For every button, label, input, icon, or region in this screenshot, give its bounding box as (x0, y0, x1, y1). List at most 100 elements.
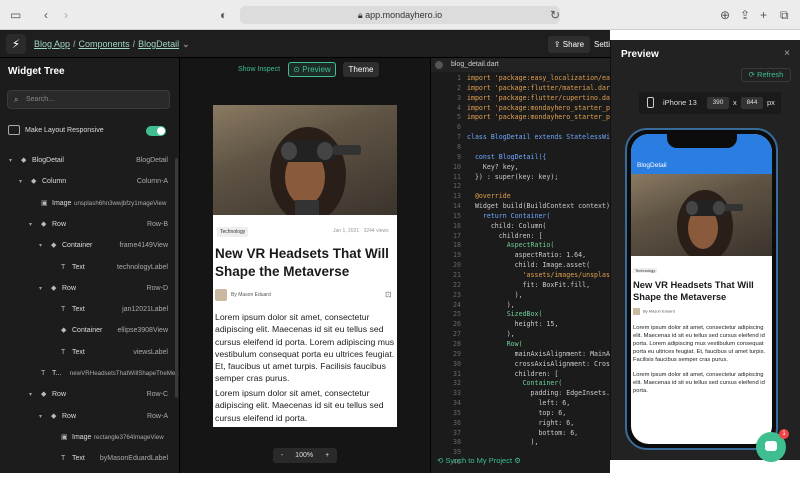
share-icon[interactable]: ⇪ (740, 8, 750, 22)
chevron-down-icon[interactable]: ▾ (29, 218, 32, 232)
tree-row[interactable]: T Text jan12021Label (0, 303, 179, 317)
code-text: @override (467, 192, 511, 201)
tree-row[interactable]: ▾ ◆ BlogDetail BlogDetail (0, 154, 179, 168)
code-text: top: 6, (467, 408, 567, 417)
tab-preview[interactable]: ⊙ Preview (288, 62, 336, 77)
device-width-input[interactable]: 390 (707, 97, 729, 109)
tree-row-name: T... (52, 370, 62, 377)
search-input[interactable]: ⌕ Search... (7, 90, 170, 109)
code-text: SizedBox( (467, 310, 543, 319)
settings-button[interactable]: Settings (594, 36, 610, 53)
shield-icon: ◐ (220, 8, 228, 22)
tree-row[interactable]: ▾ ◆ Row Row-A (0, 410, 179, 424)
forward-icon[interactable]: › (64, 8, 68, 22)
line-number: 1 (457, 74, 461, 82)
tree-row[interactable]: T Text technologyLabel (0, 261, 179, 275)
tree-row[interactable]: ▣ Image unsplash6hn3wwjbfzy1mageView (0, 197, 179, 211)
code-line: 7 class BlogDetail extends StatelessWid (431, 133, 610, 143)
show-inspect-toggle[interactable]: Show Inspect (238, 66, 280, 73)
sidebar-toggle-icon[interactable]: ▭ (10, 8, 21, 22)
reload-icon[interactable]: ↻ (550, 8, 560, 22)
tree-row-name: Text (72, 306, 85, 314)
tree-scrollbar[interactable] (175, 158, 178, 398)
line-number: 6 (457, 123, 461, 132)
tree-row-name: Row (62, 284, 77, 292)
code-file-name: blog_detail.dart (451, 61, 499, 68)
tree-row-name: Column (42, 178, 67, 186)
chevron-down-icon[interactable]: ▾ (39, 410, 42, 424)
code-line: 12 (431, 182, 610, 192)
phone-author-name: By Mason Eduard (643, 308, 675, 314)
phone-app-bar-title: BlogDetail (637, 162, 667, 169)
author-avatar (215, 289, 227, 301)
zoom-out-button[interactable]: - (281, 452, 283, 459)
refresh-button[interactable]: ⟳ Refresh (741, 68, 791, 82)
tree-row-name: Image (72, 433, 92, 441)
code-text: height: 15, (467, 320, 559, 329)
tabs-icon[interactable]: ⧉ (780, 8, 789, 23)
chevron-down-icon[interactable]: ▾ (39, 239, 42, 253)
tree-row-class: Column-A (136, 178, 168, 186)
device-selector[interactable]: iPhone 13 390 x 844 px (639, 92, 781, 114)
tree-row[interactable]: ▾ ◆ Column Column-A (0, 175, 179, 189)
tab-theme[interactable]: Theme (343, 62, 379, 77)
responsive-toggle[interactable] (146, 126, 166, 136)
code-line: 3 import 'package:flutter/cupertino.dar (431, 94, 610, 104)
tree-row[interactable]: ▾ ◆ Row Row-D (0, 282, 179, 296)
tree-row[interactable]: ◆ Container ellipse3908View (0, 324, 179, 338)
text-icon: T (61, 263, 66, 271)
code-line: 2 import 'package:flutter/material.dart (431, 84, 610, 94)
tree-row[interactable]: T Text viewsLabel (0, 346, 179, 360)
back-icon[interactable]: ‹ (44, 8, 48, 22)
code-text: padding: EdgeInsets.o (467, 389, 610, 398)
tree-row[interactable]: ▾ ◆ Container frame4149View (0, 239, 179, 253)
line-number: 5 (457, 113, 461, 122)
code-line: 5 import 'package:mondayhero_starter_pr (431, 113, 610, 123)
code-file-tab[interactable]: blog_detail.dart (431, 58, 610, 72)
breadcrumb-blogdetail[interactable]: BlogDetail (138, 39, 179, 49)
new-tab-icon[interactable]: + (760, 8, 767, 22)
tree-row[interactable]: ▾ ◆ Row Row-B (0, 218, 179, 232)
zoom-control: - 100% + (273, 448, 337, 463)
vr-headset-photo (213, 105, 397, 215)
text-icon: T (61, 348, 66, 356)
code-line: 9 const BlogDetail({ (431, 153, 610, 163)
tree-row[interactable]: ▣ Image rectangle3764ImageView (0, 431, 179, 445)
code-line: 24 ), (431, 301, 610, 311)
chevron-down-icon[interactable]: ⌄ (182, 39, 190, 49)
chevron-down-icon[interactable]: ▾ (39, 282, 42, 296)
code-text: import 'package:flutter/material.dart (467, 83, 610, 92)
line-number: 12 (453, 182, 461, 191)
code-text: child: Image.asset( (467, 261, 591, 270)
bolt-logo-icon[interactable]: ⚡︎ (6, 34, 26, 54)
breadcrumb-blog-app[interactable]: Blog App (34, 39, 70, 49)
tree-row[interactable]: ▾ ◆ Row Row-C (0, 388, 179, 402)
bookmark-icon[interactable]: ⊡ (385, 290, 392, 299)
chevron-down-icon[interactable]: ▾ (29, 388, 32, 402)
responsive-setting: Make Layout Responsive (8, 125, 104, 135)
tree-row[interactable]: T T... newVRHeadsetsThatWillShapeTheMe... (0, 367, 180, 381)
dimension-separator: x (733, 98, 737, 107)
chevron-down-icon[interactable]: ▾ (19, 175, 22, 189)
download-icon[interactable]: ⊕ (720, 8, 730, 22)
tree-row-class: frame4149View (119, 242, 168, 250)
code-text: left: 6, (467, 399, 571, 408)
tree-row-name: Container (62, 242, 93, 250)
collapse-icon[interactable] (435, 61, 443, 69)
line-number: 28 (453, 339, 461, 348)
zoom-in-button[interactable]: + (325, 452, 329, 459)
article-card: Technology Jan 1, 2021 · 3244 views New … (213, 105, 397, 427)
close-icon[interactable]: × (784, 48, 790, 59)
tree-row-class: newVRHeadsetsThatWillShapeTheMe... (69, 370, 180, 377)
device-height-input[interactable]: 844 (741, 97, 763, 109)
share-button[interactable]: ⇪ Share (548, 36, 590, 53)
breadcrumb-components[interactable]: Components (79, 39, 130, 49)
author-name: By Mason Eduard (231, 292, 271, 298)
sync-button[interactable]: ⟲ Synch to My Project ⚙︎ (437, 456, 521, 465)
chevron-down-icon[interactable]: ▾ (9, 154, 12, 168)
line-number: 30 (453, 359, 461, 368)
address-bar[interactable]: 🔒︎ app.mondayhero.io (240, 6, 560, 24)
tree-row[interactable]: T Text byMasonEduardLabel (0, 452, 179, 466)
code-text: ), (467, 330, 515, 339)
phone-icon (647, 97, 654, 108)
